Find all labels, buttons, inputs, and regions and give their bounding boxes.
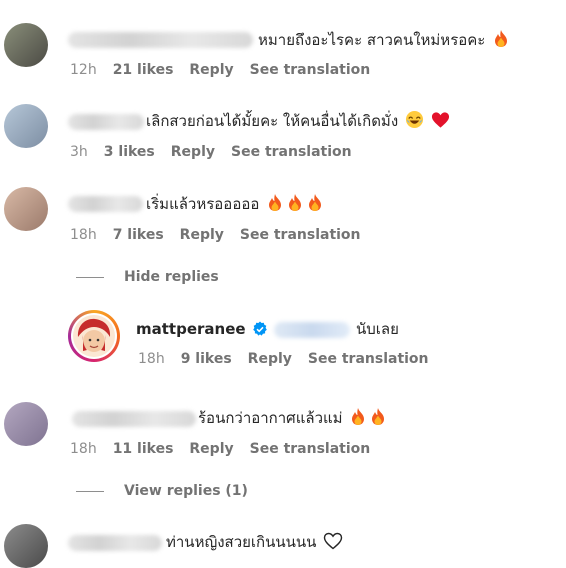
likes-count[interactable]: 7 likes	[113, 227, 164, 243]
blurred-username[interactable]	[68, 535, 162, 551]
comment-age: 12h	[70, 62, 97, 78]
likes-count[interactable]: 21 likes	[113, 62, 174, 78]
fire-emoji	[352, 408, 365, 425]
blurred-username[interactable]	[68, 196, 143, 212]
see-translation-button[interactable]: See translation	[240, 227, 361, 243]
fire-emoji	[309, 194, 322, 211]
avatar[interactable]	[4, 187, 48, 231]
reply-button[interactable]: Reply	[248, 351, 292, 367]
fire-emoji	[495, 30, 508, 47]
blurred-mention[interactable]	[274, 322, 350, 338]
comment-body: ร้อนกว่าอากาศแล้วแม่	[198, 409, 343, 427]
comment-text: หมายถึงอะไรคะ สาวคนใหม่หรอคะ	[258, 29, 510, 50]
blurred-username[interactable]	[72, 411, 196, 427]
comment-meta: 18h 11 likes Reply See translation	[70, 440, 386, 458]
red-heart-emoji	[431, 112, 449, 128]
comment-body: ท่านหญิงสวยเกินนนนน	[166, 533, 317, 551]
likes-count[interactable]: 9 likes	[181, 351, 232, 367]
comment-text: ร้อนกว่าอากาศแล้วแม่	[198, 407, 387, 428]
comment-text: เลิกสวยก่อนได้มั้ยคะ ให้คนอื่นได้เกิดมั่…	[146, 110, 450, 131]
avatar[interactable]	[4, 104, 48, 148]
reply-button[interactable]: Reply	[180, 227, 224, 243]
fire-emoji	[289, 194, 302, 211]
comment-age: 18h	[70, 441, 97, 457]
comment-body: เลิกสวยก่อนได้มั้ยคะ ให้คนอื่นได้เกิดมั่…	[146, 112, 399, 130]
reply-meta: 18h 9 likes Reply See translation	[138, 350, 445, 368]
replies-divider-line	[76, 276, 104, 278]
comment-text: เริ่มแล้วหรอออออ	[146, 193, 324, 214]
comment-age: 3h	[70, 144, 88, 160]
fire-emoji	[269, 194, 282, 211]
view-replies-button[interactable]: View replies (1)	[76, 483, 248, 499]
avatar[interactable]	[4, 23, 48, 67]
reply-text: mattperanee	[136, 319, 268, 339]
avatar[interactable]	[4, 524, 48, 568]
blurred-username[interactable]	[68, 114, 144, 130]
view-replies-label: View replies (1)	[124, 483, 248, 499]
reply-button[interactable]: Reply	[171, 144, 215, 160]
avatar[interactable]	[4, 402, 48, 446]
likes-count[interactable]: 11 likes	[113, 441, 174, 457]
reply-age: 18h	[138, 351, 165, 367]
hide-replies-button[interactable]: Hide replies	[76, 269, 219, 285]
likes-count[interactable]: 3 likes	[104, 144, 155, 160]
reply-avatar[interactable]	[68, 310, 120, 362]
reply-username[interactable]: mattperanee	[136, 320, 246, 338]
reply-button[interactable]: Reply	[189, 441, 233, 457]
comment-age: 18h	[70, 227, 97, 243]
fire-emoji	[372, 408, 385, 425]
comment-meta: 12h 21 likes Reply See translation	[70, 61, 386, 79]
comment-text: ท่านหญิงสวยเกินนนนน	[166, 532, 343, 552]
hide-replies-label: Hide replies	[124, 269, 219, 285]
outline-heart-icon	[323, 532, 343, 550]
laughing-emoji	[405, 110, 423, 129]
comment-body: เริ่มแล้วหรอออออ	[146, 195, 260, 213]
comment-meta: 3h 3 likes Reply See translation	[70, 143, 368, 161]
reply-body: นับเลย	[356, 320, 399, 338]
verified-badge-icon	[253, 321, 268, 336]
blurred-username[interactable]	[68, 32, 253, 48]
see-translation-button[interactable]: See translation	[250, 441, 371, 457]
reply-button[interactable]: Reply	[189, 62, 233, 78]
see-translation-button[interactable]: See translation	[250, 62, 371, 78]
replies-divider-line	[76, 490, 104, 492]
cartoon-avatar-image	[73, 315, 115, 357]
see-translation-button[interactable]: See translation	[231, 144, 352, 160]
comment-body: หมายถึงอะไรคะ สาวคนใหม่หรอคะ	[258, 31, 486, 49]
see-translation-button[interactable]: See translation	[308, 351, 429, 367]
comment-meta: 18h 7 likes Reply See translation	[70, 226, 377, 244]
